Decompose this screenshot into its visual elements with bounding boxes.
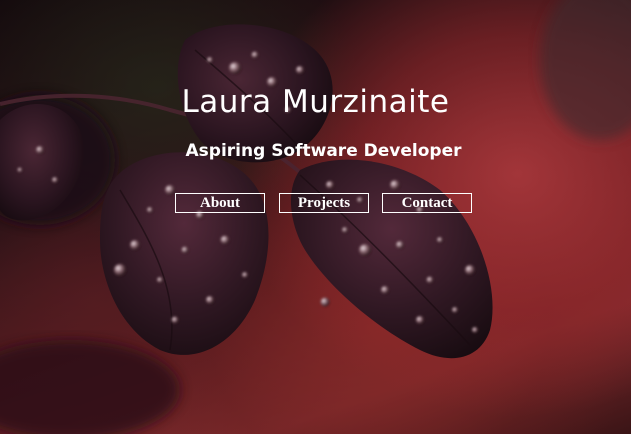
page-title: Laura Murzinaite [181, 84, 450, 120]
page-subtitle: Aspiring Software Developer [185, 141, 462, 161]
hero-section: Laura Murzinaite Aspiring Software Devel… [0, 0, 631, 434]
nav-contact-button[interactable]: Contact [382, 193, 472, 213]
nav-about-button[interactable]: About [175, 193, 265, 213]
nav-projects-button[interactable]: Projects [279, 193, 369, 213]
hero-content: Laura Murzinaite Aspiring Software Devel… [0, 0, 631, 434]
